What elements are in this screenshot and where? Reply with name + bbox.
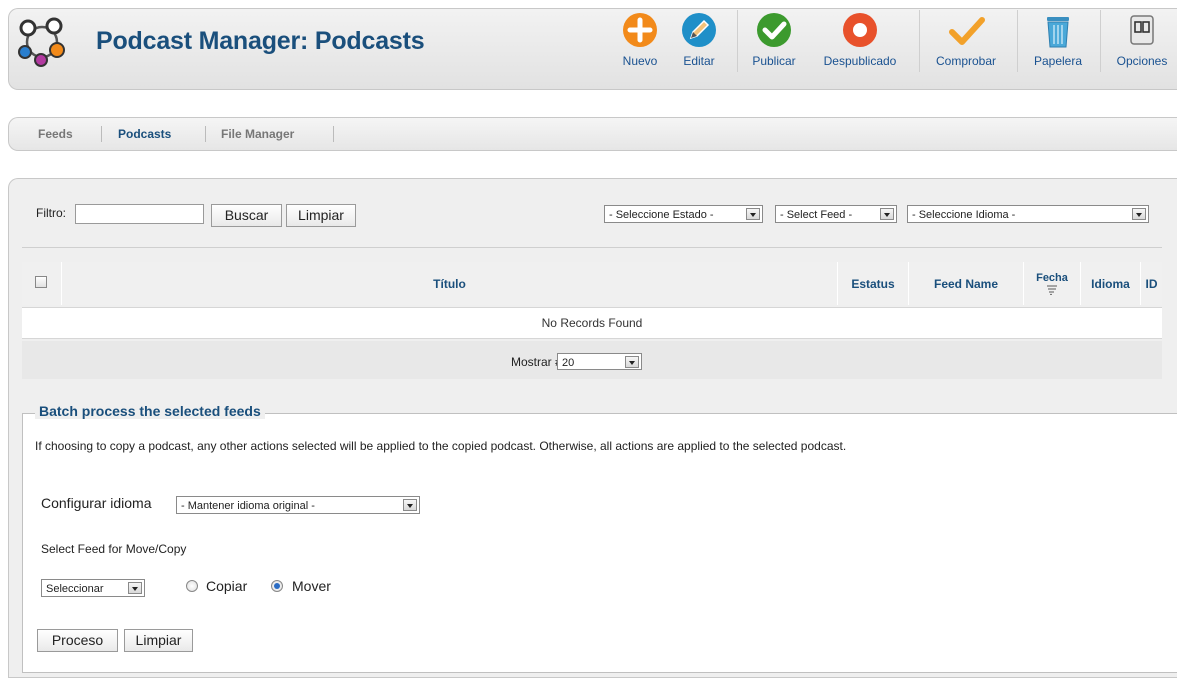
table-header: Título Estatus Feed Name Fecha Idioma ID	[22, 262, 1162, 305]
toolbar-divider	[919, 10, 920, 72]
divider	[22, 247, 1162, 248]
chevron-down-icon	[128, 582, 142, 594]
options-label: Opciones	[1116, 54, 1168, 68]
trash-button[interactable]: Papelera	[1028, 10, 1088, 68]
batch-description: If choosing to copy a podcast, any other…	[35, 439, 847, 453]
filter-input[interactable]	[75, 204, 204, 224]
new-button[interactable]: Nuevo	[618, 10, 662, 68]
add-icon	[623, 13, 657, 47]
new-label: Nuevo	[622, 54, 658, 68]
checkmark-icon	[949, 17, 985, 45]
submenu-divider	[101, 126, 102, 142]
unpublish-button[interactable]: Despublicado	[815, 10, 905, 68]
check-button[interactable]: Comprobar	[928, 10, 1004, 68]
select-all-checkbox[interactable]	[35, 276, 47, 288]
unpublish-label: Despublicado	[823, 54, 897, 68]
submenu-divider	[205, 126, 206, 142]
batch-feed-value: Seleccionar	[46, 583, 104, 595]
tab-feeds[interactable]: Feeds	[38, 127, 73, 141]
batch-legend: Batch process the selected feeds	[35, 403, 265, 419]
edit-button[interactable]: Editar	[678, 10, 720, 68]
language-select[interactable]: - Seleccione Idioma -	[907, 205, 1149, 223]
column-date[interactable]: Fecha	[1024, 262, 1080, 305]
chevron-down-icon	[1132, 208, 1146, 220]
tab-file-manager[interactable]: File Manager	[221, 127, 294, 141]
publish-button[interactable]: Publicar	[748, 10, 800, 68]
feed-select-value: - Select Feed -	[780, 209, 853, 221]
move-radio[interactable]	[271, 580, 283, 592]
toolbar-divider	[1017, 10, 1018, 72]
trash-icon	[1047, 17, 1069, 48]
options-icon	[1130, 15, 1154, 45]
page-title: Podcast Manager: Podcasts	[96, 27, 425, 55]
column-id[interactable]: ID	[1141, 262, 1162, 305]
sort-icon	[1047, 285, 1057, 295]
trash-label: Papelera	[1033, 54, 1083, 68]
column-feed-name[interactable]: Feed Name	[909, 262, 1023, 305]
unpublish-icon	[843, 13, 877, 47]
feed-move-copy-label: Select Feed for Move/Copy	[41, 542, 187, 556]
tab-podcasts[interactable]: Podcasts	[118, 127, 171, 141]
publish-label: Publicar	[752, 54, 796, 68]
column-title[interactable]: Título	[62, 262, 837, 305]
copy-label: Copiar	[206, 578, 248, 594]
move-label: Mover	[292, 578, 331, 594]
edit-label: Editar	[683, 54, 715, 68]
submenu-bar: Feeds Podcasts File Manager	[8, 117, 1177, 151]
chevron-down-icon	[403, 499, 417, 511]
language-label: Configurar idioma	[41, 495, 152, 511]
edit-pencil-icon	[682, 13, 716, 47]
language-select-value: - Seleccione Idioma -	[912, 209, 1016, 221]
publish-check-icon	[757, 13, 791, 47]
check-label: Comprobar	[935, 54, 997, 68]
chevron-down-icon	[746, 208, 760, 220]
batch-feed-select[interactable]: Seleccionar	[41, 579, 145, 597]
search-button[interactable]: Buscar	[211, 204, 282, 227]
state-select-value: - Seleccione Estado -	[609, 209, 714, 221]
filter-label: Filtro:	[36, 206, 66, 220]
show-count-value: 20	[562, 357, 575, 369]
copy-radio[interactable]	[186, 580, 198, 592]
column-date-label: Fecha	[1036, 272, 1068, 284]
chevron-down-icon	[625, 356, 639, 368]
clear-batch-button[interactable]: Limpiar	[124, 629, 193, 652]
toolbar-divider	[737, 10, 738, 72]
batch-language-value: - Mantener idioma original -	[181, 500, 315, 512]
feed-select[interactable]: - Select Feed -	[775, 205, 897, 223]
toolbar-divider	[1100, 10, 1101, 72]
submenu-divider	[333, 126, 334, 142]
state-select[interactable]: - Seleccione Estado -	[604, 205, 763, 223]
chevron-down-icon	[880, 208, 894, 220]
batch-language-select[interactable]: - Mantener idioma original -	[176, 496, 420, 514]
options-button[interactable]: Opciones	[1110, 10, 1174, 68]
podcast-manager-logo	[18, 17, 65, 67]
column-status[interactable]: Estatus	[838, 262, 908, 305]
column-language[interactable]: Idioma	[1081, 262, 1140, 305]
empty-table-message: No Records Found	[22, 307, 1162, 339]
show-count-select[interactable]: 20	[557, 353, 642, 370]
process-button[interactable]: Proceso	[37, 629, 118, 652]
show-count-label: Mostrar #	[511, 355, 562, 369]
clear-filter-button[interactable]: Limpiar	[286, 204, 356, 227]
